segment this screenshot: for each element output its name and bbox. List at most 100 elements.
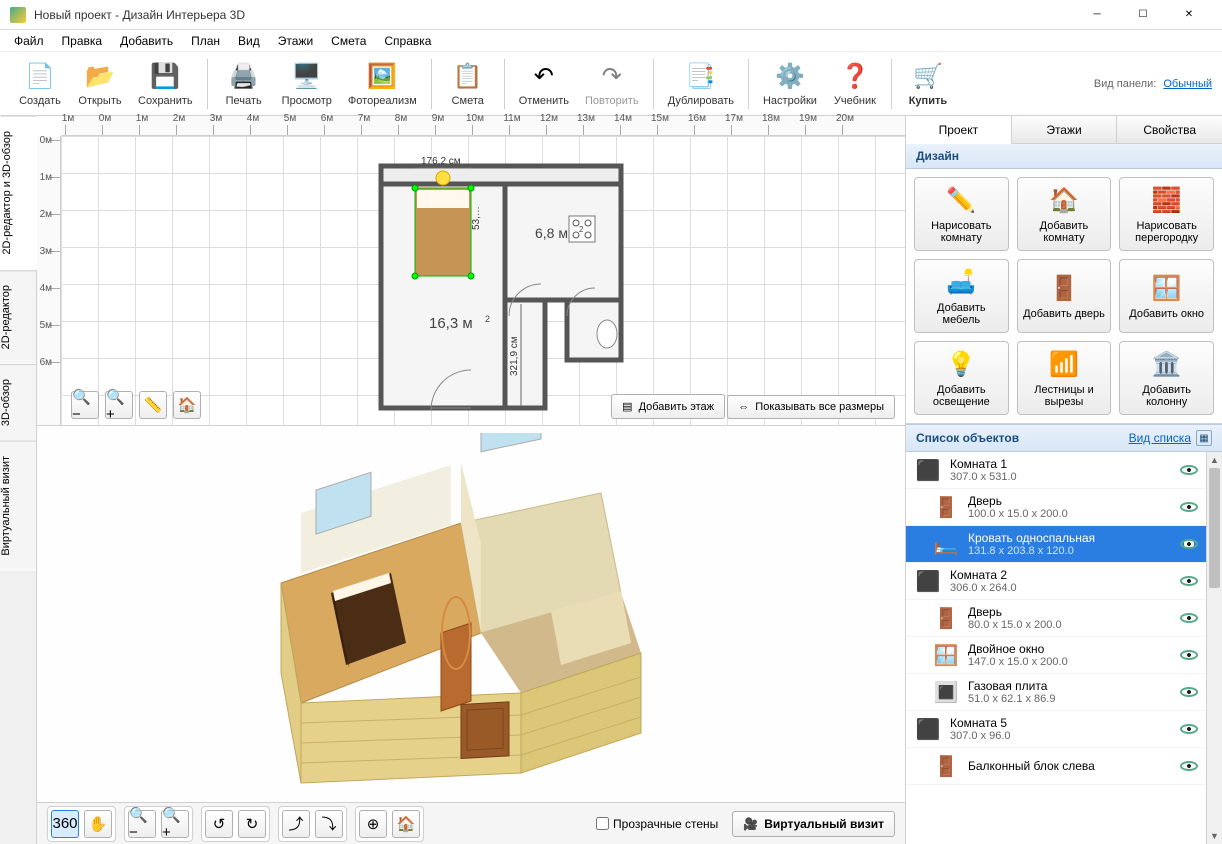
rp-tab-1[interactable]: Этажи (1012, 116, 1118, 143)
menu-4[interactable]: Вид (230, 32, 268, 50)
design-btn-4[interactable]: 🚪Добавить дверь (1017, 259, 1112, 333)
vtab-1[interactable]: 2D-редактор (0, 270, 36, 364)
canvas-2d[interactable]: 16,3 м 2 6,8 м 2 176,2 см 53,… 321,9 см (61, 136, 905, 425)
zoom-out-button[interactable]: 🔍− (71, 391, 99, 419)
view-2d[interactable]: 1м0м1м2м3м4м5м6м7м8м9м10м11м12м13м14м15м… (37, 116, 905, 426)
object-item-1[interactable]: 🚪Дверь100.0 х 15.0 х 200.0 (906, 489, 1206, 526)
toolbtn-Учебник[interactable]: ❓Учебник (825, 55, 885, 113)
toolbar-separator (748, 59, 749, 109)
vtab-3[interactable]: Виртуальный визит (0, 441, 36, 571)
design-btn-6[interactable]: 💡Добавить освещение (914, 341, 1009, 415)
design-btn-label: Добавить комнату (1022, 220, 1107, 244)
toolbtn-Дублировать[interactable]: 📑Дублировать (660, 55, 742, 113)
transparent-walls-checkbox[interactable]: Прозрачные стены (596, 817, 718, 831)
list-settings-button[interactable]: ▦ (1196, 430, 1212, 446)
visibility-icon[interactable] (1180, 576, 1198, 586)
ruler-vertical: 0м1м2м3м4м5м6м (37, 136, 61, 425)
visibility-icon[interactable] (1180, 539, 1198, 549)
toolbtn-label: Отменить (519, 95, 569, 107)
layers-icon: ▤ (622, 400, 632, 413)
maximize-button[interactable]: ☐ (1120, 0, 1166, 30)
toolbtn-Смета[interactable]: 📋Смета (438, 55, 498, 113)
menu-7[interactable]: Справка (376, 32, 439, 50)
toolbtn-Настройки[interactable]: ⚙️Настройки (755, 55, 825, 113)
objects-scrollbar[interactable]: ▲ ▼ (1206, 452, 1222, 844)
visibility-icon[interactable] (1180, 613, 1198, 623)
design-btn-1[interactable]: 🏠Добавить комнату (1017, 177, 1112, 251)
menu-5[interactable]: Этажи (270, 32, 321, 50)
design-btn-label: Добавить колонну (1124, 384, 1209, 408)
object-item-6[interactable]: 🔳Газовая плита51.0 х 62.1 х 86.9 (906, 674, 1206, 711)
measure-button[interactable]: 📏 (139, 391, 167, 419)
menu-1[interactable]: Правка (54, 32, 111, 50)
toolbtn-Фотореализм[interactable]: 🖼️Фотореализм (340, 55, 425, 113)
toolbtn-Открыть[interactable]: 📂Открыть (70, 55, 130, 113)
menu-0[interactable]: Файл (6, 32, 52, 50)
design-btn-label: Нарисовать перегородку (1124, 220, 1209, 244)
visibility-icon[interactable] (1180, 650, 1198, 660)
add-floor-button[interactable]: ▤ Добавить этаж (611, 394, 725, 419)
toolbtn-icon: 💾 (149, 61, 181, 93)
scroll-down-button[interactable]: ▼ (1207, 828, 1222, 844)
rotate-left-button[interactable]: ↺ (205, 810, 233, 838)
virtual-visit-button[interactable]: 🎥 Виртуальный визит (732, 811, 895, 837)
toolbtn-Просмотр[interactable]: 🖥️Просмотр (274, 55, 340, 113)
tilt-up-button[interactable]: ⤴ (282, 810, 310, 838)
panel-view-link[interactable]: Обычный (1163, 78, 1212, 90)
object-item-4[interactable]: 🚪Дверь80.0 х 15.0 х 200.0 (906, 600, 1206, 637)
design-buttons-grid: ✏️Нарисовать комнату🏠Добавить комнату🧱На… (906, 169, 1222, 424)
toolbar-separator (653, 59, 654, 109)
object-item-8[interactable]: 🚪Балконный блок слева (906, 748, 1206, 785)
visibility-icon[interactable] (1180, 724, 1198, 734)
rotate-right-button[interactable]: ↻ (238, 810, 266, 838)
object-icon: ⬛ (914, 567, 942, 595)
orbit-360-button[interactable]: 360 (51, 810, 79, 838)
rp-tab-2[interactable]: Свойства (1117, 116, 1222, 143)
pan-button[interactable]: ✋ (84, 810, 112, 838)
close-button[interactable]: ✕ (1166, 0, 1212, 30)
toolbtn-Печать[interactable]: 🖨️Печать (214, 55, 274, 113)
toolbtn-Создать[interactable]: 📄Создать (10, 55, 70, 113)
object-icon: 🚪 (932, 604, 960, 632)
visibility-icon[interactable] (1180, 502, 1198, 512)
svg-text:176,2 см: 176,2 см (421, 156, 461, 167)
tilt-down-button[interactable]: ⤵ (315, 810, 343, 838)
visibility-icon[interactable] (1180, 687, 1198, 697)
menu-2[interactable]: Добавить (112, 32, 181, 50)
home-button[interactable]: 🏠 (173, 391, 201, 419)
object-item-7[interactable]: ⬛Комната 5307.0 х 96.0 (906, 711, 1206, 748)
toolbtn-Купить[interactable]: 🛒Купить (898, 55, 958, 113)
design-btn-5[interactable]: 🪟Добавить окно (1119, 259, 1214, 333)
toolbtn-Сохранить[interactable]: 💾Сохранить (130, 55, 201, 113)
home-3d-button[interactable]: 🏠 (392, 810, 420, 838)
titlebar: Новый проект - Дизайн Интерьера 3D ─ ☐ ✕ (0, 0, 1222, 30)
zoom-in-3d-button[interactable]: 🔍+ (161, 810, 189, 838)
object-item-0[interactable]: ⬛Комната 1307.0 х 531.0 (906, 452, 1206, 489)
menu-3[interactable]: План (183, 32, 228, 50)
design-btn-2[interactable]: 🧱Нарисовать перегородку (1119, 177, 1214, 251)
zoom-in-button[interactable]: 🔍+ (105, 391, 133, 419)
design-btn-8[interactable]: 🏛️Добавить колонну (1119, 341, 1214, 415)
object-item-5[interactable]: 🪟Двойное окно147.0 х 15.0 х 200.0 (906, 637, 1206, 674)
rp-tab-0[interactable]: Проект (906, 116, 1012, 144)
toolbtn-Отменить[interactable]: ↶Отменить (511, 55, 577, 113)
canvas-3d[interactable] (37, 427, 905, 802)
scroll-up-button[interactable]: ▲ (1207, 452, 1222, 468)
toolbtn-label: Печать (226, 95, 262, 107)
vtab-2[interactable]: 3D-обзор (0, 364, 36, 441)
visibility-icon[interactable] (1180, 761, 1198, 771)
object-item-3[interactable]: ⬛Комната 2306.0 х 264.0 (906, 563, 1206, 600)
design-btn-3[interactable]: 🛋️Добавить мебель (914, 259, 1009, 333)
menu-6[interactable]: Смета (323, 32, 374, 50)
object-item-2[interactable]: 🛏️Кровать односпальная131.8 х 203.8 х 12… (906, 526, 1206, 563)
design-btn-7[interactable]: 📶Лестницы и вырезы (1017, 341, 1112, 415)
view-3d[interactable]: 360 ✋ 🔍− 🔍+ ↺ ↻ ⤴ ⤵ (37, 426, 905, 844)
visibility-icon[interactable] (1180, 465, 1198, 475)
reset-view-button[interactable]: ⊕ (359, 810, 387, 838)
scroll-thumb[interactable] (1209, 468, 1220, 588)
design-btn-0[interactable]: ✏️Нарисовать комнату (914, 177, 1009, 251)
minimize-button[interactable]: ─ (1074, 0, 1120, 30)
list-view-link[interactable]: Вид списка (1129, 431, 1191, 445)
show-all-sizes-button[interactable]: ⇔ Показывать все размеры (727, 395, 895, 419)
zoom-out-3d-button[interactable]: 🔍− (128, 810, 156, 838)
